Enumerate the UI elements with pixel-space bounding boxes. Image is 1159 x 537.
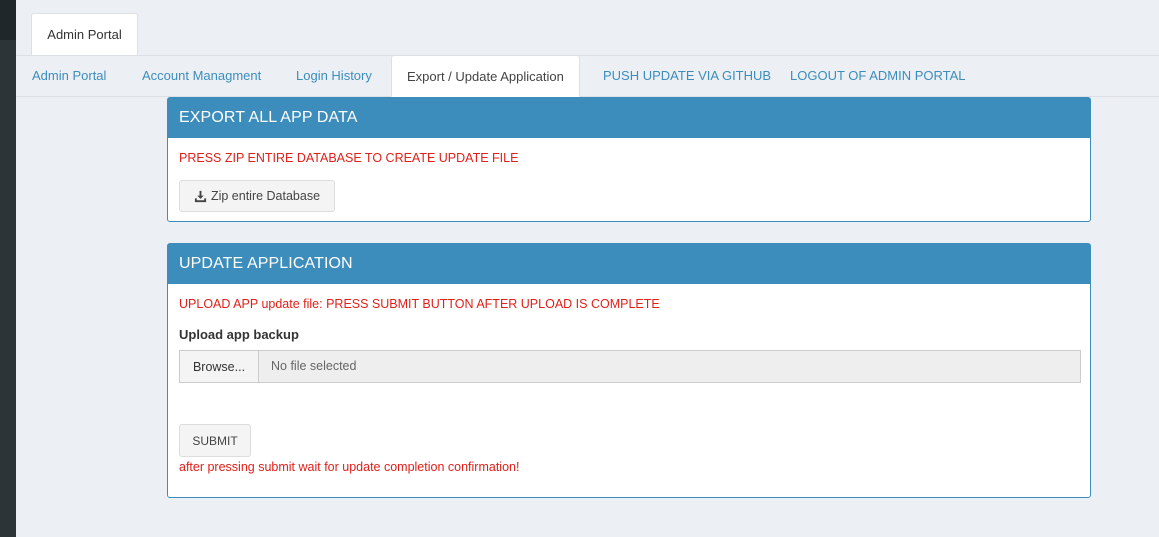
- sidebar-edge: [0, 0, 16, 537]
- export-instruction: PRESS ZIP ENTIRE DATABASE TO CREATE UPDA…: [179, 151, 519, 165]
- tab-logout[interactable]: LOGOUT OF ADMIN PORTAL: [790, 55, 966, 96]
- tab-admin-portal[interactable]: Admin Portal: [32, 55, 106, 96]
- nav-tabs: Admin Portal Account Managment Login His…: [16, 55, 1159, 97]
- browse-button[interactable]: Browse...: [180, 351, 259, 382]
- main-content: Admin Portal Admin Portal Account Managm…: [16, 0, 1159, 537]
- tab-admin-portal-top[interactable]: Admin Portal: [31, 13, 138, 55]
- tab-push-update-github[interactable]: PUSH UPDATE VIA GITHUB: [603, 55, 771, 96]
- update-box: UPDATE APPLICATION UPLOAD APP update fil…: [167, 243, 1091, 498]
- top-tab-bar: Admin Portal: [16, 0, 1159, 56]
- tab-login-history[interactable]: Login History: [296, 55, 372, 96]
- tab-account-management[interactable]: Account Managment: [142, 55, 261, 96]
- submit-note: after pressing submit wait for update co…: [179, 460, 520, 474]
- sidebar-edge-top: [0, 0, 16, 40]
- download-icon: [194, 190, 207, 202]
- export-box: EXPORT ALL APP DATA PRESS ZIP ENTIRE DAT…: [167, 97, 1091, 222]
- upload-label: Upload app backup: [179, 327, 299, 342]
- zip-database-label: Zip entire Database: [210, 189, 321, 203]
- update-instruction: UPLOAD APP update file: PRESS SUBMIT BUT…: [179, 297, 660, 311]
- tab-export-update[interactable]: Export / Update Application: [391, 55, 580, 97]
- zip-database-button[interactable]: Zip entire Database: [179, 180, 335, 212]
- update-box-title: UPDATE APPLICATION: [168, 244, 1090, 284]
- submit-button[interactable]: SUBMIT: [179, 424, 251, 457]
- file-name-display[interactable]: No file selected: [259, 351, 1080, 382]
- file-input-group[interactable]: Browse... No file selected: [179, 350, 1081, 383]
- export-box-title: EXPORT ALL APP DATA: [168, 98, 1090, 138]
